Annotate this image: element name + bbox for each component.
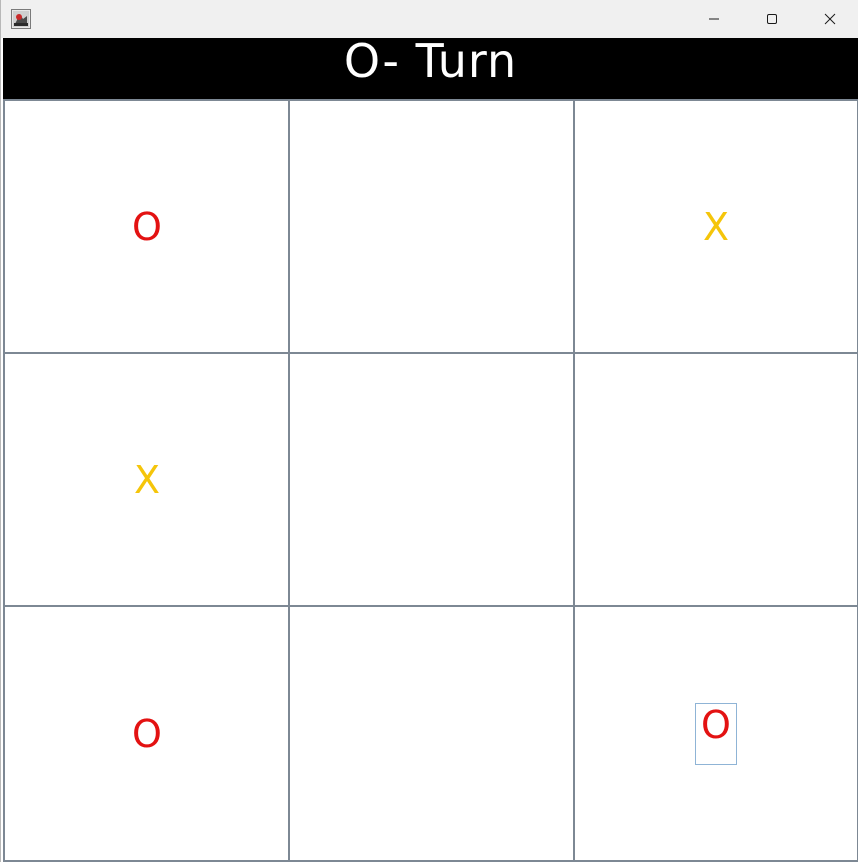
board-cell-7[interactable]: O (3, 605, 291, 862)
x-mark: X (133, 457, 161, 502)
close-icon (824, 13, 836, 25)
game-window: O- Turn O X X O O (0, 0, 858, 862)
board-cell-3[interactable]: X (573, 99, 858, 354)
board-cell-4[interactable]: X (3, 352, 291, 607)
board-cell-1[interactable]: O (3, 99, 291, 354)
board-cell-5[interactable] (288, 352, 575, 607)
board-cell-8[interactable] (288, 605, 575, 862)
turn-indicator: O- Turn (343, 38, 518, 88)
board-cell-9[interactable]: O (573, 605, 858, 862)
minimize-icon (709, 18, 719, 20)
maximize-button[interactable] (743, 0, 801, 38)
board-cell-2[interactable] (288, 99, 575, 354)
game-board: O X X O O (3, 99, 858, 862)
x-mark: X (702, 204, 730, 249)
o-mark: O (132, 204, 162, 249)
java-app-icon (11, 9, 31, 29)
title-bar[interactable] (1, 0, 858, 38)
turn-header: O- Turn (3, 38, 858, 99)
minimize-button[interactable] (685, 0, 743, 38)
board-cell-6[interactable] (573, 352, 858, 607)
close-button[interactable] (801, 0, 858, 38)
o-mark: O (695, 702, 737, 765)
maximize-icon (767, 14, 777, 24)
o-mark: O (132, 711, 162, 756)
